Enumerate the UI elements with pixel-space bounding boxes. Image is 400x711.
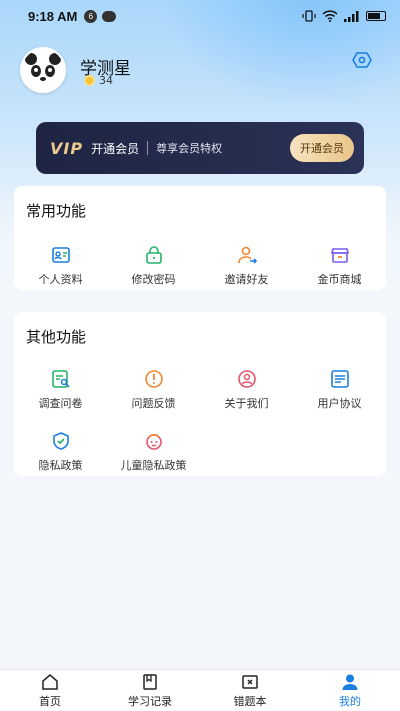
mistake-book-icon: [242, 674, 258, 689]
menu-item-coin-store[interactable]: 金币商城: [293, 245, 386, 287]
other-functions-title: 其他功能: [26, 328, 87, 346]
vip-logo: VIP: [50, 138, 84, 158]
menu-item-about-us[interactable]: 关于我们: [200, 369, 293, 411]
vip-subtitle: 尊享会员特权: [156, 142, 223, 155]
status-time: 9:18 AM: [28, 8, 78, 24]
menu-item-feedback[interactable]: 问题反馈: [107, 369, 200, 411]
other-functions-card: 其他功能 调查问卷 问题反馈 关于我们 用户协议 隐私政策 儿童隐私政策: [14, 312, 386, 476]
tab-label: 学习记录: [128, 694, 172, 708]
menu-item-invite-friends[interactable]: 邀请好友: [200, 245, 293, 287]
menu-item-label: 金币商城: [317, 273, 362, 286]
wifi-icon: [322, 10, 338, 22]
store-icon: [330, 248, 349, 263]
menu-item-label: 儿童隐私政策: [120, 459, 187, 472]
menu-item-label: 隐私政策: [38, 459, 83, 472]
common-functions-card: 常用功能 个人资料 修改密码 邀请好友 金币商城: [14, 186, 386, 290]
bottom-tab-bar: 首页 学习记录 错题本 我的: [0, 669, 400, 711]
tab-study-record[interactable]: 学习记录: [100, 670, 200, 711]
tab-label: 错题本: [233, 694, 267, 708]
vip-divider: [147, 141, 149, 155]
tab-mine[interactable]: 我的: [300, 670, 400, 711]
study-record-icon: [143, 673, 157, 690]
tab-home[interactable]: 首页: [0, 670, 100, 711]
feedback-icon: [144, 370, 163, 388]
tab-label: 首页: [39, 694, 61, 708]
signal-icon: [344, 11, 359, 22]
tab-label: 我的: [339, 694, 361, 708]
survey-icon: [51, 370, 70, 388]
menu-item-change-password[interactable]: 修改密码: [107, 245, 200, 287]
coin-count: 34: [99, 74, 113, 87]
vibrate-icon: [302, 10, 316, 22]
child-privacy-icon: [145, 433, 162, 450]
menu-item-label: 关于我们: [224, 397, 269, 410]
menu-item-survey[interactable]: 调查问卷: [14, 369, 107, 411]
menu-item-privacy-policy[interactable]: 隐私政策: [14, 431, 107, 473]
profile-card-icon: [51, 247, 70, 263]
message-icon: [102, 10, 117, 22]
menu-item-label: 调查问卷: [38, 397, 83, 410]
avatar[interactable]: [20, 47, 66, 93]
settings-icon[interactable]: [352, 50, 372, 70]
menu-item-user-agreement[interactable]: 用户协议: [293, 369, 386, 411]
panda-avatar-icon: [25, 53, 61, 88]
menu-item-label: 修改密码: [131, 273, 176, 286]
open-vip-button[interactable]: 开通会员: [290, 134, 354, 162]
coin-icon: [84, 75, 95, 86]
common-functions-title: 常用功能: [26, 202, 87, 220]
battery-icon: [366, 11, 386, 21]
coin-balance: 34: [84, 74, 113, 87]
menu-item-child-privacy-policy[interactable]: 儿童隐私政策: [107, 431, 200, 473]
menu-item-label: 个人资料: [38, 273, 83, 286]
about-icon: [237, 370, 256, 388]
vip-title: 开通会员: [91, 141, 140, 156]
home-icon: [42, 673, 58, 690]
notification-badge: 6: [84, 9, 98, 23]
shield-icon: [52, 432, 69, 450]
menu-item-profile[interactable]: 个人资料: [14, 245, 107, 287]
agreement-icon: [330, 370, 349, 388]
invite-user-icon: [237, 246, 257, 264]
lock-icon: [145, 246, 162, 264]
profile-header[interactable]: 学测星: [20, 47, 131, 93]
tab-mistake-book[interactable]: 错题本: [200, 670, 300, 711]
menu-item-label: 邀请好友: [224, 273, 269, 286]
user-icon: [342, 674, 358, 690]
menu-item-label: 问题反馈: [131, 397, 176, 410]
menu-item-label: 用户协议: [317, 397, 362, 410]
status-bar: 9:18 AM 6: [0, 0, 400, 32]
vip-banner[interactable]: VIP 开通会员 尊享会员特权 开通会员: [36, 122, 364, 174]
